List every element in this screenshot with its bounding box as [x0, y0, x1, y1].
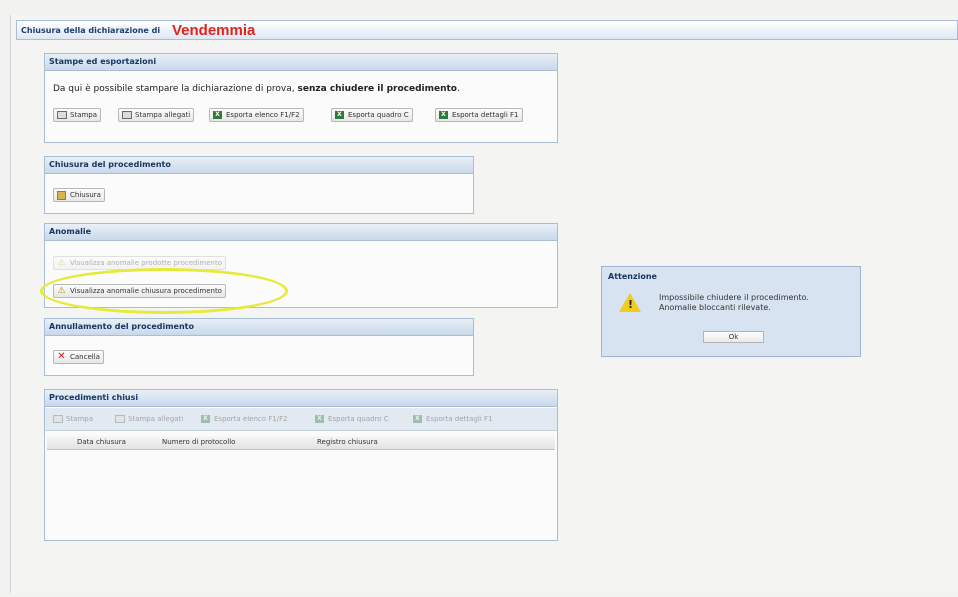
ok-button[interactable]: Ok	[703, 331, 764, 343]
chiusi-stampa-label: Stampa	[66, 415, 94, 423]
anomalie-prodotte-label: Visualizza anomalie prodotte procediment…	[70, 259, 223, 267]
panel-chiusura: Chiusura del procedimento Chiusura	[44, 156, 474, 214]
title-bar: Chiusura della dichiarazione di Vendemmi…	[16, 20, 958, 40]
page-title-prefix: Chiusura della dichiarazione di	[21, 26, 161, 35]
stampa-button-label: Stampa	[70, 111, 98, 119]
excel-icon: X	[439, 111, 448, 119]
chiusi-esporta-quadro-label: Esporta quadro C	[328, 415, 389, 423]
panel-header-anomalie: Anomalie	[45, 224, 557, 241]
stampa-allegati-button[interactable]: Stampa allegati	[118, 108, 195, 122]
excel-icon: X	[413, 415, 422, 423]
warning-icon: ⚠	[57, 258, 66, 268]
chiusi-esporta-dettagli-label: Esporta dettagli F1	[426, 415, 493, 423]
stampe-info: Da qui è possibile stampare la dichiaraz…	[53, 84, 460, 94]
stampe-info-bold: senza chiudere il procedimento	[297, 84, 457, 94]
column-data-chiusura[interactable]: Data chiusura	[77, 436, 126, 449]
cancella-button-label: Cancella	[70, 353, 100, 361]
panel-annullamento: Annullamento del procedimento ✕ Cancella	[44, 318, 474, 376]
panel-stampe: Stampe ed esportazioni Da qui è possibil…	[44, 53, 558, 143]
chiusura-button[interactable]: Chiusura	[53, 188, 105, 202]
column-registro-chiusura[interactable]: Registro chiusura	[317, 436, 378, 449]
panel-header-chiusura: Chiusura del procedimento	[45, 157, 473, 174]
dialog-message-line1: Impossibile chiudere il procedimento.	[659, 293, 809, 302]
printer-icon	[53, 415, 63, 423]
excel-icon: X	[315, 415, 324, 423]
excel-icon: X	[201, 415, 210, 423]
chiusi-stampa-allegati-label: Stampa allegati	[128, 415, 184, 423]
esporta-quadro-button[interactable]: X Esporta quadro C	[331, 108, 413, 122]
chiusi-stampa-allegati-button[interactable]: Stampa allegati	[111, 412, 187, 426]
panel-header-chiusi: Procedimenti chiusi	[45, 390, 557, 407]
cancella-button[interactable]: ✕ Cancella	[53, 350, 104, 364]
chiusi-toolbar: Stampa Stampa allegati X Esporta elenco F…	[45, 408, 557, 431]
highlight-annotation	[40, 268, 288, 314]
printer-icon	[122, 111, 132, 119]
exclamation-icon: !	[628, 298, 634, 311]
printer-icon	[115, 415, 125, 423]
chiusi-esporta-elenco-label: Esporta elenco F1/F2	[214, 415, 288, 423]
printer-icon	[57, 111, 67, 119]
panel-header-stampe: Stampe ed esportazioni	[45, 54, 557, 71]
esporta-elenco-label: Esporta elenco F1/F2	[226, 111, 300, 119]
chiusi-esporta-elenco-button[interactable]: X Esporta elenco F1/F2	[197, 412, 292, 426]
esporta-dettagli-label: Esporta dettagli F1	[452, 111, 519, 119]
dialog-message-line2: Anomalie bloccanti rilevate.	[659, 303, 771, 312]
stampe-info-end: .	[456, 84, 460, 94]
delete-icon: ✕	[57, 351, 66, 362]
chiusura-button-label: Chiusura	[70, 191, 101, 199]
attenzione-dialog: Attenzione ! Impossibile chiudere il pro…	[601, 266, 861, 357]
chiusi-esporta-dettagli-button[interactable]: X Esporta dettagli F1	[409, 412, 497, 426]
dialog-title: Attenzione	[608, 272, 657, 281]
stampe-info-text: Da qui è possibile stampare la dichiaraz…	[53, 84, 298, 94]
panel-header-annullamento: Annullamento del procedimento	[45, 319, 473, 336]
stampa-button[interactable]: Stampa	[53, 108, 102, 122]
stampa-allegati-label: Stampa allegati	[135, 111, 191, 119]
panel-procedimenti-chiusi: Procedimenti chiusi Stampa Stampa allega…	[44, 389, 558, 541]
column-numero-protocollo[interactable]: Numero di protocollo	[162, 436, 235, 449]
excel-icon: X	[213, 111, 222, 119]
page-title-name: Vendemmia	[172, 22, 256, 39]
grid-header: Data chiusura Numero di protocollo Regis…	[47, 436, 555, 450]
chiusi-stampa-button[interactable]: Stampa	[49, 412, 97, 426]
chiusi-esporta-quadro-button[interactable]: X Esporta quadro C	[311, 412, 393, 426]
dialog-message: Impossibile chiudere il procedimento. An…	[659, 293, 809, 313]
esporta-elenco-button[interactable]: X Esporta elenco F1/F2	[209, 108, 304, 122]
excel-icon: X	[335, 111, 344, 119]
lock-icon	[57, 191, 66, 200]
esporta-quadro-label: Esporta quadro C	[348, 111, 409, 119]
esporta-dettagli-button[interactable]: X Esporta dettagli F1	[435, 108, 523, 122]
